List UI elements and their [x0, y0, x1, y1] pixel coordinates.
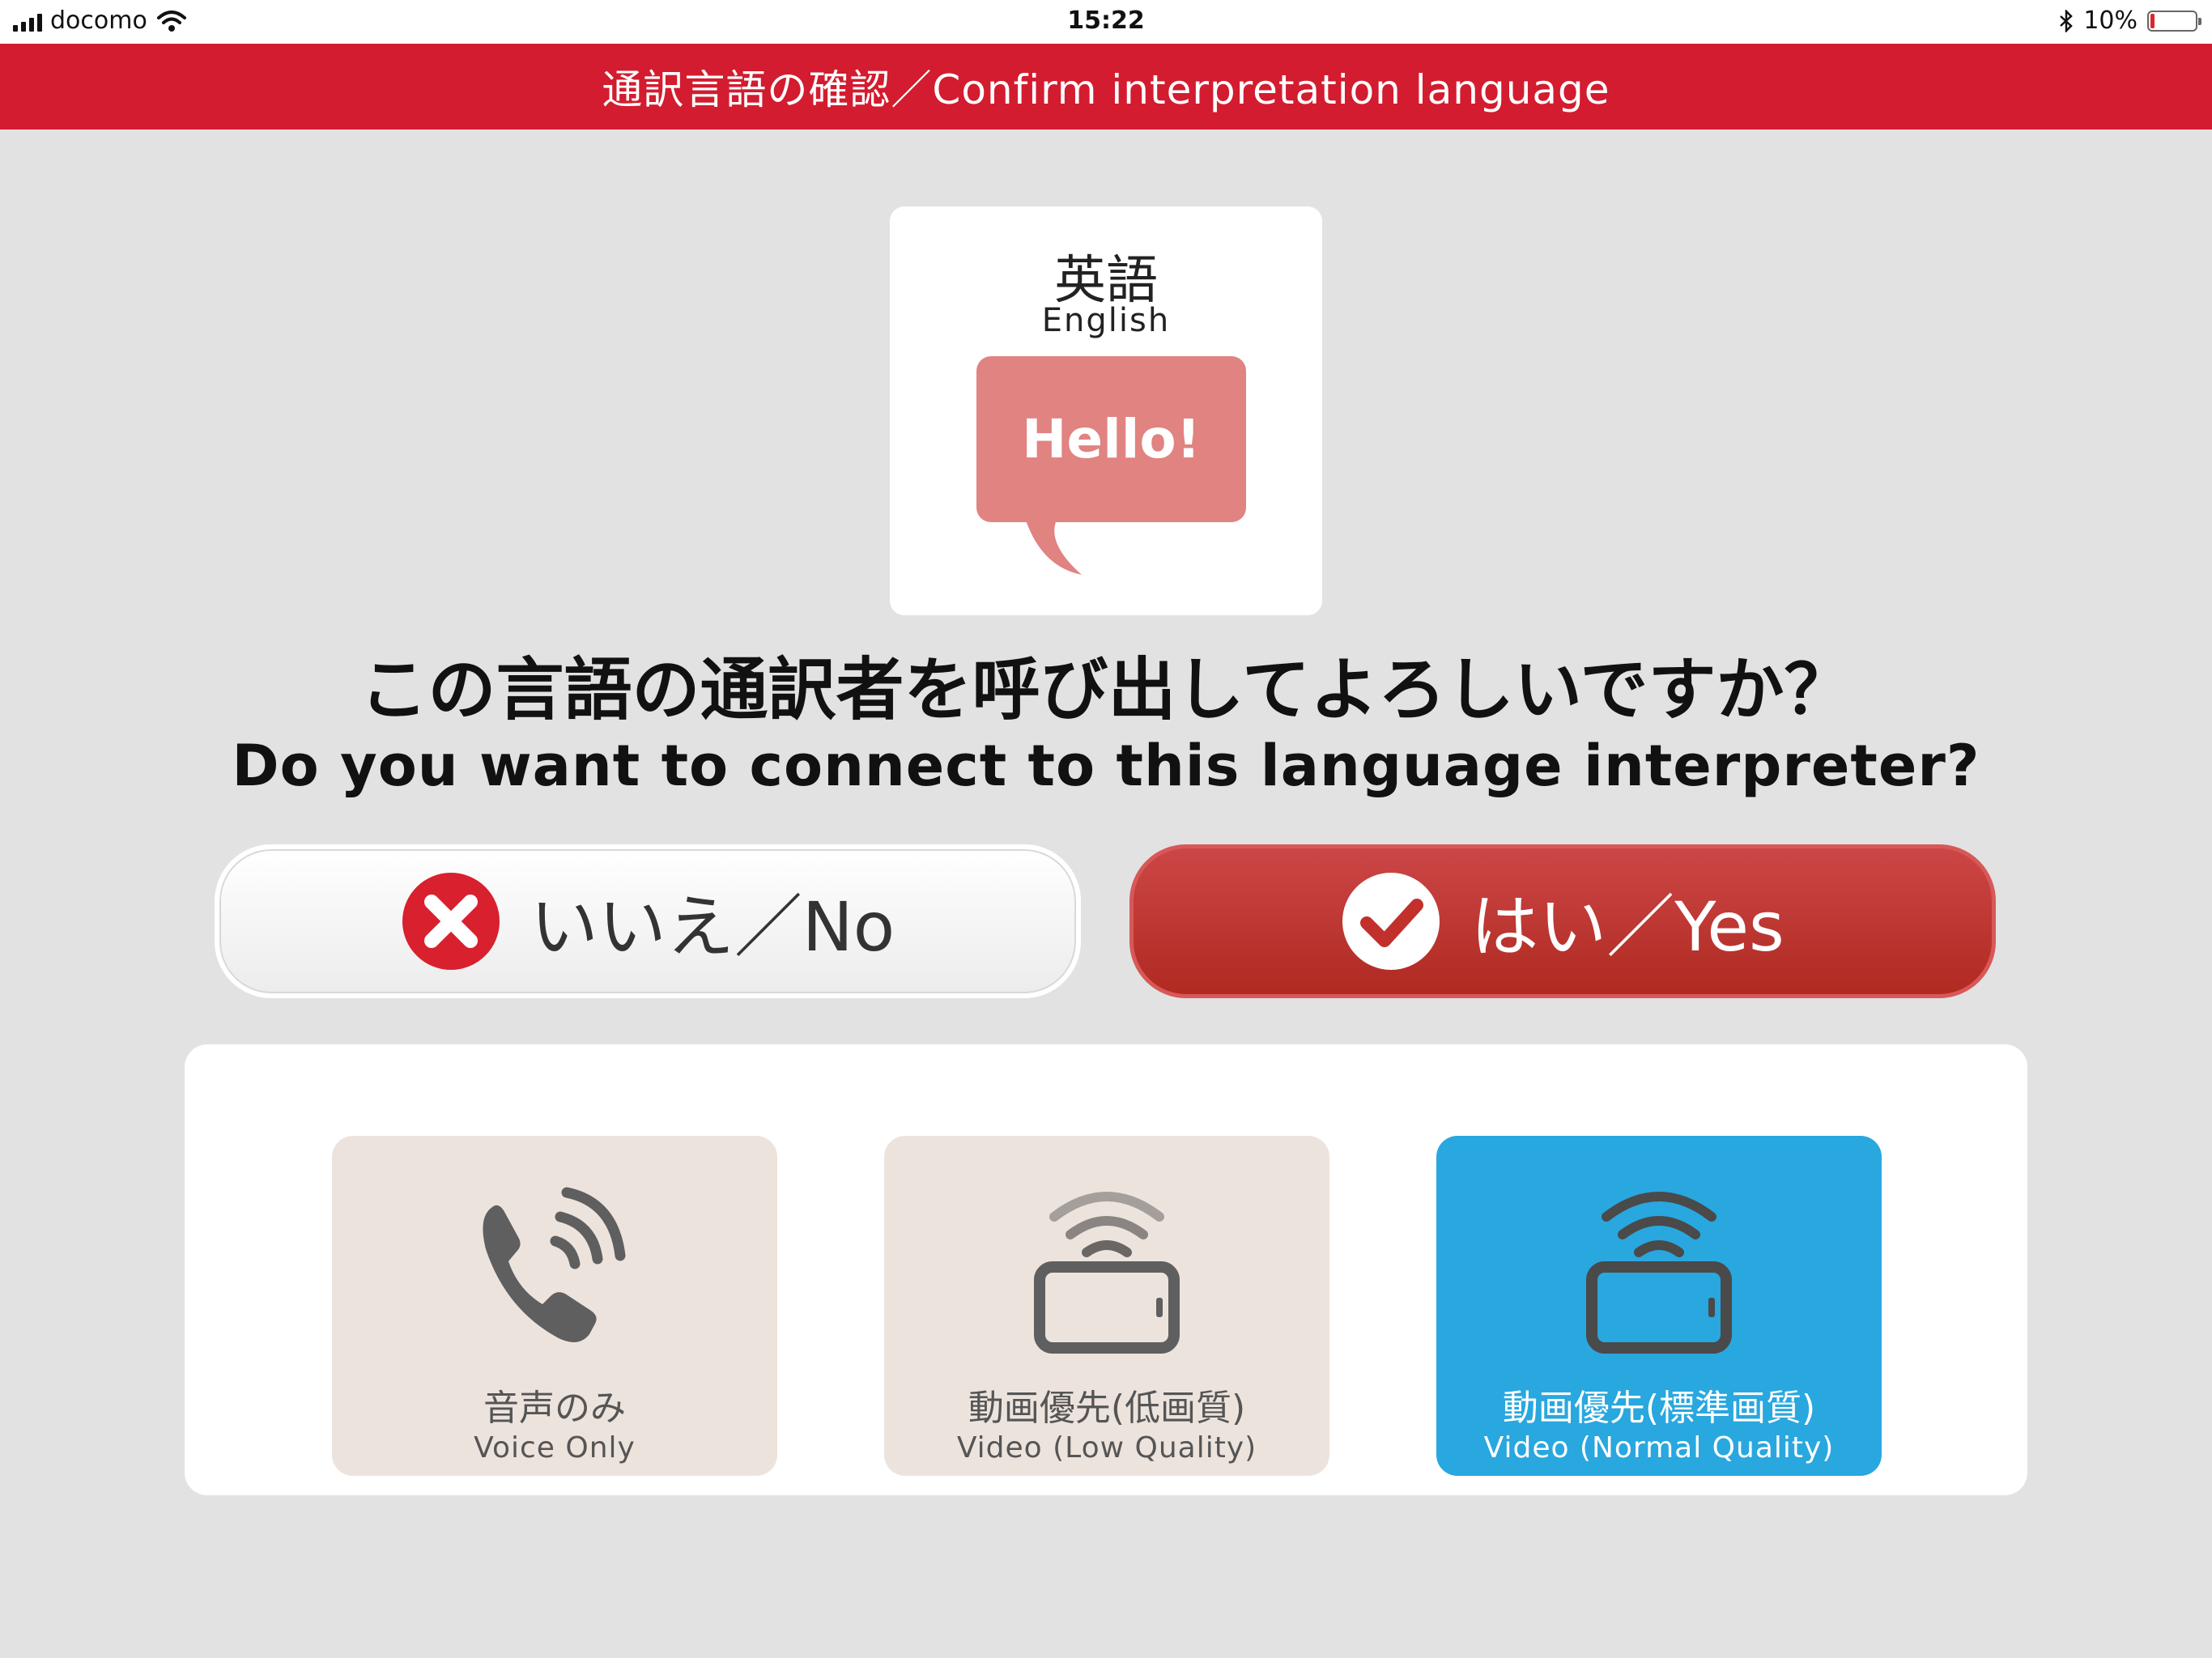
status-time: 15:22 [1067, 6, 1145, 35]
mode-label-jp: 動画優先(低画質) [968, 1388, 1246, 1429]
call-mode-panel: 音声のみ Voice Only 動画優先(低画質) Video (Low Qua… [185, 1044, 2027, 1495]
bluetooth-icon [2060, 9, 2074, 32]
yes-button[interactable]: はい／Yes [1129, 844, 1996, 998]
no-button-label: いいえ／No [530, 886, 895, 967]
checkmark-icon [1342, 873, 1440, 970]
mode-voice-only[interactable]: 音声のみ Voice Only [332, 1136, 777, 1476]
speech-bubble-icon: Hello! [976, 356, 1246, 575]
phone-icon [483, 1187, 626, 1342]
battery-icon [2147, 10, 2201, 32]
video-low-icon [1034, 1192, 1180, 1354]
speech-bubble: Hello! [976, 356, 1246, 522]
page-header: 通訳言語の確認／Confirm interpretation language [0, 44, 2212, 130]
battery-level [2150, 13, 2155, 28]
page-title: 通訳言語の確認／Confirm interpretation language [602, 66, 1610, 113]
yes-button-label: はい／Yes [1470, 886, 1784, 967]
no-button[interactable]: いいえ／No [215, 844, 1081, 998]
mode-video-low[interactable]: 動画優先(低画質) Video (Low Quality) [884, 1136, 1329, 1476]
status-bar: docomo 15:22 10% [0, 0, 2212, 44]
mode-label-en: Video (Low Quality) [956, 1431, 1257, 1465]
bubble-text: Hello! [1022, 408, 1201, 470]
mode-label-jp: 音声のみ [483, 1388, 626, 1429]
mode-label-en: Video (Normal Quality) [1483, 1431, 1835, 1465]
battery-percent: 10% [2083, 6, 2138, 35]
question-en: Do you want to connect to this language … [232, 733, 1980, 799]
mode-video-normal[interactable]: 動画優先(標準画質) Video (Normal Quality) [1436, 1136, 1882, 1476]
language-name-en: English [1041, 302, 1171, 339]
mode-label-en: Voice Only [474, 1431, 636, 1465]
status-right: 10% [2059, 6, 2201, 35]
language-card: 英語 English Hello! [890, 206, 1322, 615]
video-normal-icon [1586, 1192, 1732, 1354]
speech-bubble-tail [1025, 518, 1082, 575]
question-jp: この言語の通訳者を呼び出してよろしいですか？ [359, 650, 1853, 729]
close-icon [402, 873, 500, 970]
mode-label-jp: 動画優先(標準画質) [1502, 1388, 1816, 1429]
